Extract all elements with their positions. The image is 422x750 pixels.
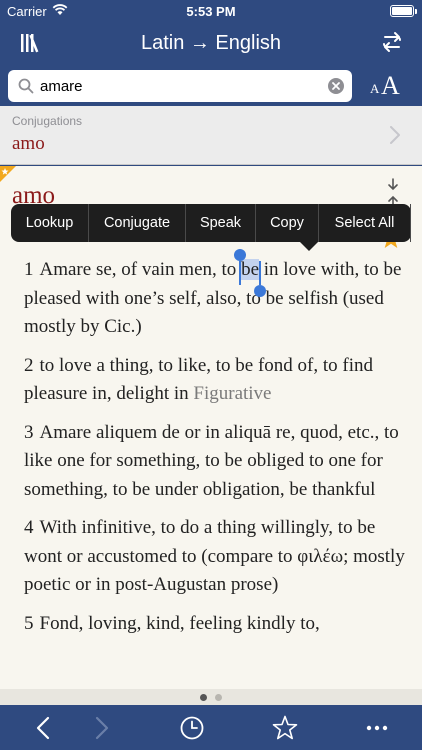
conjugations-row[interactable]: Conjugations amo	[0, 106, 422, 165]
forward-icon[interactable]	[88, 715, 114, 741]
page-dot[interactable]	[215, 693, 222, 701]
selected-word: be	[241, 259, 259, 280]
font-small-label: A	[370, 81, 380, 96]
definition-number: 3	[24, 421, 34, 443]
context-menu: Lookup Conjugate Speak Copy Select All	[11, 204, 411, 251]
back-icon[interactable]	[31, 715, 57, 741]
menu-speak[interactable]: Speak	[186, 204, 256, 242]
selection-end-handle[interactable]	[254, 261, 266, 297]
definition-text: Amare aliquem de or in aliquā re, quod, …	[24, 421, 399, 500]
definition-number: 4	[24, 517, 34, 538]
definition-3: 3 Amare aliquem de or in aliquā re, quod,…	[24, 419, 409, 505]
nav-bar: Latin → English	[0, 22, 422, 66]
more-icon[interactable]	[364, 715, 390, 741]
definition-text: Amare se, of vain men, to	[39, 259, 242, 280]
font-size-button[interactable]: A A	[366, 70, 410, 102]
menu-select-all[interactable]: Select All	[319, 204, 411, 242]
entry-view: amo 1 Amare se, of vain men, to be in lov…	[0, 166, 422, 695]
font-large-label: A	[381, 71, 400, 100]
definition-number: 5	[24, 612, 34, 634]
search-row: A A	[0, 66, 422, 106]
menu-conjugate[interactable]: Conjugate	[89, 204, 186, 242]
nav-title: Latin → English	[140, 32, 282, 54]
menu-pointer	[300, 242, 318, 251]
selected-text[interactable]: be	[234, 249, 266, 297]
definition-4: 4 With infinitive, to do a thing willingl…	[24, 514, 409, 600]
status-time: 5:53 PM	[186, 4, 236, 19]
definition-text: With infinitive, to do a thing willingly…	[24, 517, 405, 595]
section-label: Conjugations	[12, 114, 83, 128]
battery-icon	[390, 5, 417, 17]
definition-1: 1 Amare se, of vain men, to be in love wi…	[24, 249, 409, 342]
selection-start-handle[interactable]	[234, 249, 247, 285]
definitions: 1 Amare se, of vain men, to be in love wi…	[24, 249, 409, 648]
status-bar: Carrier 5:53 PM	[0, 0, 422, 22]
clear-icon[interactable]	[328, 78, 344, 94]
star-ribbon-icon	[0, 166, 16, 182]
page-indicator[interactable]	[0, 689, 422, 705]
suggestion-word: amo	[12, 133, 45, 154]
page-dot[interactable]	[200, 693, 207, 701]
history-icon[interactable]	[179, 715, 205, 741]
search-input[interactable]	[40, 74, 320, 98]
definition-2: 2 to love a thing, to like, to be fond of…	[24, 352, 409, 409]
definition-text: Fond, loving, kind, feeling kindly to,	[39, 612, 320, 634]
search-box[interactable]	[8, 70, 352, 102]
menu-lookup[interactable]: Lookup	[11, 204, 89, 242]
definition-5: 5 Fond, loving, kind, feeling kindly to,	[24, 610, 409, 639]
favorites-icon[interactable]	[272, 715, 298, 741]
search-icon	[18, 78, 34, 94]
definition-number: 2	[24, 354, 34, 376]
menu-copy[interactable]: Copy	[256, 204, 319, 242]
definition-number: 1	[24, 259, 34, 280]
definition-label: Figurative	[193, 383, 272, 404]
chevron-right-icon	[390, 126, 400, 144]
bottom-toolbar	[0, 705, 422, 750]
swap-icon[interactable]	[382, 31, 402, 53]
